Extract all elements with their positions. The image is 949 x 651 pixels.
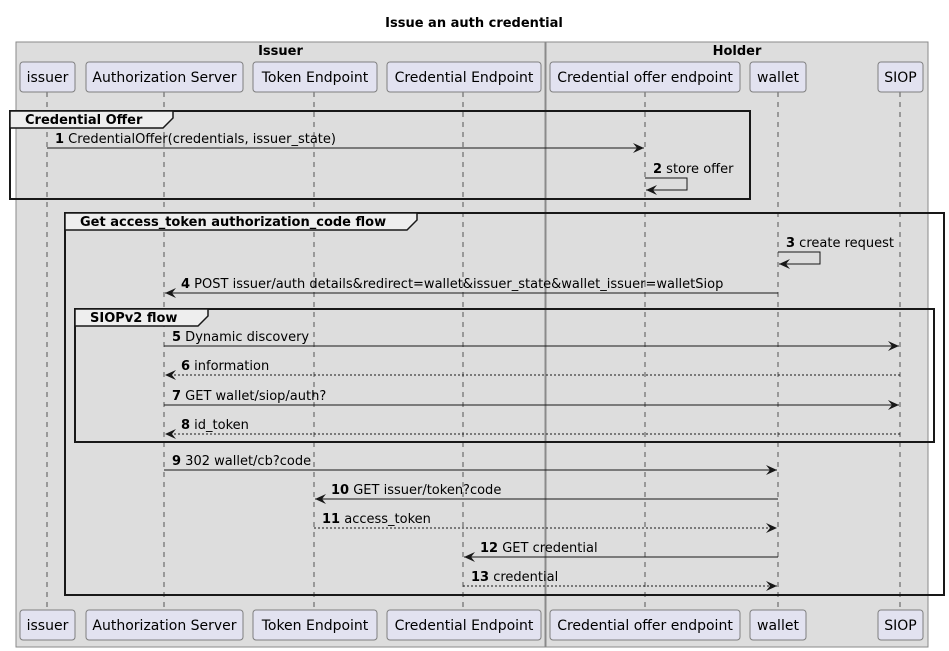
message-number: 5 xyxy=(172,330,181,345)
participant-auth-top: Authorization Server xyxy=(85,61,244,93)
participant-label: Credential Endpoint xyxy=(395,618,534,634)
participant-auth-bottom: Authorization Server xyxy=(85,609,244,641)
holder-box: Holder xyxy=(545,41,929,648)
group-label: Credential Offer xyxy=(25,113,143,128)
participant-label: Token Endpoint xyxy=(261,70,369,86)
message-text: Dynamic discovery xyxy=(181,330,309,345)
message-number: 7 xyxy=(172,389,181,404)
message-text: GET wallet/siop/auth? xyxy=(181,389,326,404)
participant-box-frame xyxy=(545,41,929,648)
message-number: 4 xyxy=(181,277,190,292)
message-text: GET credential xyxy=(498,541,597,556)
participant-siop-top: SIOP xyxy=(877,61,924,93)
message-label: 6 information xyxy=(181,359,269,374)
message-text: CredentialOffer(credentials, issuer_stat… xyxy=(64,132,336,147)
participant-label: wallet xyxy=(757,618,799,634)
participant-token-bottom: Token Endpoint xyxy=(252,609,378,641)
participant-label: SIOP xyxy=(884,70,916,86)
participant-wallet-bottom: wallet xyxy=(749,609,807,641)
message-text: store offer xyxy=(662,162,734,177)
participant-label: SIOP xyxy=(884,618,916,634)
participant-label: Authorization Server xyxy=(92,70,236,86)
message-text: create request xyxy=(795,236,894,251)
participant-label: issuer xyxy=(27,70,69,86)
message-number: 6 xyxy=(181,359,190,374)
participant-credep-top: Credential Endpoint xyxy=(386,61,542,93)
participant-issuer-bottom: issuer xyxy=(19,609,76,641)
participant-label: Credential offer endpoint xyxy=(557,70,733,86)
participant-credep-bottom: Credential Endpoint xyxy=(386,609,542,641)
participant-label: Credential offer endpoint xyxy=(557,618,733,634)
message-text: id_token xyxy=(190,418,249,433)
participant-token-top: Token Endpoint xyxy=(252,61,378,93)
message-label: 4 POST issuer/auth details&redirect=wall… xyxy=(181,277,723,292)
participant-label: Authorization Server xyxy=(92,618,236,634)
message-label: 3 create request xyxy=(786,236,894,251)
message-label: 2 store offer xyxy=(653,162,734,177)
sequence-diagram: Issue an auth credential Issuer Holder Ge… xyxy=(9,16,945,648)
participant-offerep-bottom: Credential offer endpoint xyxy=(549,609,741,641)
message-number: 9 xyxy=(172,454,181,469)
diagram-title: Issue an auth credential xyxy=(385,16,563,31)
message-label: 7 GET wallet/siop/auth? xyxy=(172,389,326,404)
message-number: 3 xyxy=(786,236,795,251)
message-text: 302 wallet/cb?code xyxy=(181,454,311,469)
participant-label: Token Endpoint xyxy=(261,618,369,634)
message-label: 12 GET credential xyxy=(480,541,598,556)
participant-box-label: Issuer xyxy=(258,44,303,59)
participant-wallet-top: wallet xyxy=(749,61,807,93)
participant-issuer-top: issuer xyxy=(19,61,76,93)
participant-label: issuer xyxy=(27,618,69,634)
message-number: 11 xyxy=(322,512,340,527)
message-number: 13 xyxy=(471,570,489,585)
participant-label: Credential Endpoint xyxy=(395,70,534,86)
message-text: information xyxy=(190,359,269,374)
message-number: 10 xyxy=(331,483,349,498)
message-text: GET issuer/token?code xyxy=(349,483,501,498)
message-label: 11 access_token xyxy=(322,512,431,527)
participant-label: wallet xyxy=(757,70,799,86)
message-text: POST issuer/auth details&redirect=wallet… xyxy=(190,277,723,292)
participant-box-label: Holder xyxy=(713,44,762,59)
message-label: 13 credential xyxy=(471,570,558,585)
message-text: credential xyxy=(489,570,558,585)
message-label: 9 302 wallet/cb?code xyxy=(172,454,311,469)
message-label: 10 GET issuer/token?code xyxy=(331,483,501,498)
participant-offerep-top: Credential offer endpoint xyxy=(549,61,741,93)
participant-siop-bottom: SIOP xyxy=(877,609,924,641)
message-number: 12 xyxy=(480,541,498,556)
group-label: Get access_token authorization_code flow xyxy=(80,215,386,230)
message-label: 5 Dynamic discovery xyxy=(172,330,309,345)
message-number: 2 xyxy=(653,162,662,177)
message-number: 1 xyxy=(55,132,64,147)
message-label: 1 CredentialOffer(credentials, issuer_st… xyxy=(55,132,336,147)
group-label: SIOPv2 flow xyxy=(90,311,177,326)
message-text: access_token xyxy=(340,512,431,527)
message-number: 8 xyxy=(181,418,190,433)
message-label: 8 id_token xyxy=(181,418,249,433)
